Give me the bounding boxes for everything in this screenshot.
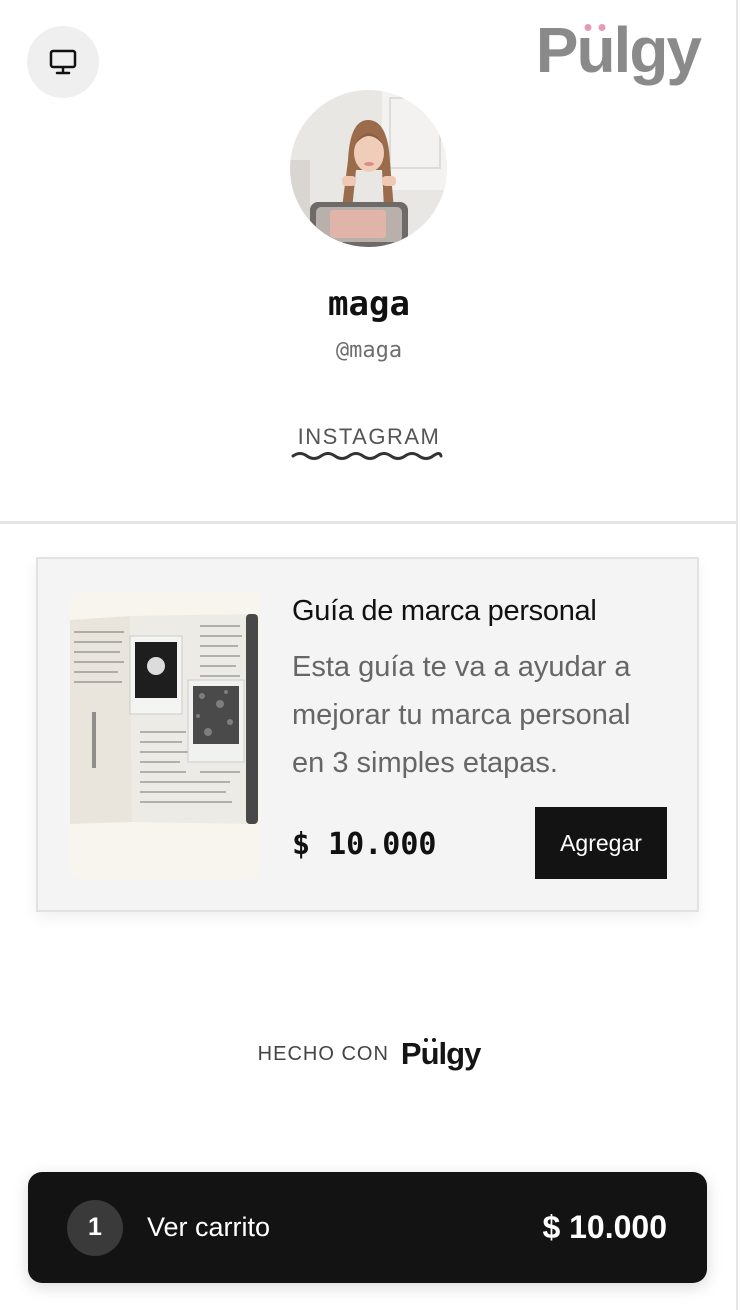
brand-logo[interactable]: Pu lgy	[536, 18, 702, 82]
avatar	[290, 90, 447, 247]
cart-count-badge: 1	[67, 1199, 123, 1256]
cart-total: $ 10.000	[542, 1209, 667, 1245]
product-price: $ 10.000	[292, 827, 437, 862]
monitor-icon	[49, 49, 77, 75]
product-image	[70, 592, 260, 879]
view-cart-bar[interactable]: 1 Ver carrito $ 10.000	[28, 1172, 707, 1283]
cart-label: Ver carrito	[147, 1212, 271, 1242]
page: Pu lgy maga @maga INSTAGRAM Guía de marc…	[0, 0, 738, 1310]
profile-handle: @maga	[335, 338, 403, 363]
add-to-cart-button[interactable]: Agregar	[535, 807, 667, 879]
squiggle-underline	[291, 452, 443, 460]
product-title: Guía de marca personal	[292, 595, 597, 627]
desktop-view-button[interactable]	[27, 26, 99, 98]
product-card: Guía de marca personal Esta guía te va a…	[36, 557, 699, 912]
profile-name: maga	[328, 284, 410, 324]
footer-logo: Pu lgy	[400, 1036, 481, 1071]
made-with[interactable]: HECHO CON Pu lgy	[0, 1036, 738, 1072]
instagram-link[interactable]: INSTAGRAM	[0, 424, 738, 450]
section-divider	[0, 521, 738, 524]
product-description: Esta guía te va a ayudar a mejorar tu ma…	[292, 651, 631, 779]
made-with-label: HECHO CON	[257, 1042, 389, 1065]
